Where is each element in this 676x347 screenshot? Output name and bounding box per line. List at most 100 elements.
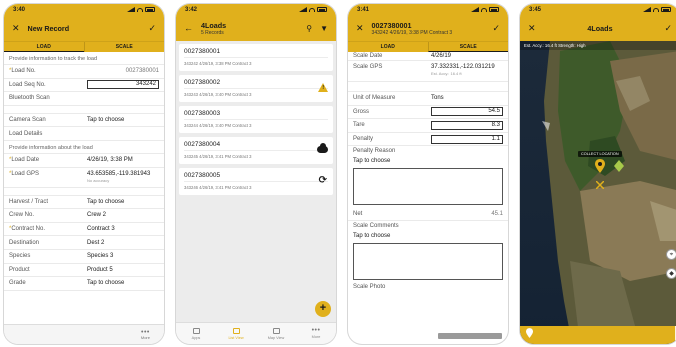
close-icon[interactable]: ✕ — [528, 23, 536, 34]
wifi-icon — [309, 7, 315, 12]
row-load-seq[interactable]: Load Seq No. 343242 — [4, 79, 164, 93]
tab-more[interactable]: ••• More — [296, 323, 336, 344]
layers-button[interactable]: ◆ — [666, 268, 676, 279]
label-product: Product — [9, 266, 30, 273]
row-species[interactable]: Species Species 3 — [4, 250, 164, 264]
list-item[interactable]: 0027380003 343244 4/26/19, 3:40 PM Contr… — [179, 106, 333, 133]
row-uom[interactable]: Unit of Measure Tons — [348, 92, 508, 106]
header: 3:41 ✕ 0027380001 343242 4/26/19, 3:38 P… — [348, 4, 508, 41]
check-icon[interactable]: ✓ — [664, 23, 672, 34]
row-scale-gps[interactable]: Scale GPS 37.332331,-122.031219 Est. Acc… — [348, 61, 508, 82]
record-meta: 343242 4/26/19, 3:38 PM Contract 3 — [184, 61, 252, 66]
screen-new-record: 3:40 ✕ New Record ✓ LOAD SCALE Provide i… — [4, 4, 164, 344]
status-bar: 3:40 — [4, 4, 164, 15]
marker-icon — [614, 160, 624, 172]
pin-button[interactable] — [523, 328, 535, 342]
row-gross[interactable]: Gross 54.5 — [348, 106, 508, 120]
value-harvest[interactable]: Tap to choose — [87, 199, 159, 205]
photo-button[interactable] — [438, 333, 502, 339]
gps-accuracy-banner: Est. Accy.: 16.4 ft Strength: High — [520, 41, 676, 50]
list-item[interactable]: 0027380004 343245 4/26/19, 3:41 PM Contr… — [179, 137, 333, 164]
label-grade: Grade — [9, 280, 26, 287]
close-icon[interactable]: ✕ — [356, 23, 364, 34]
tab-scale[interactable]: SCALE — [427, 42, 508, 52]
tab-load[interactable]: LOAD — [4, 42, 84, 52]
add-record-button[interactable]: + — [315, 301, 331, 317]
value-scale-date: 4/26/19 — [431, 53, 452, 59]
close-icon[interactable]: ✕ — [12, 23, 20, 34]
location-pin-icon[interactable] — [595, 159, 605, 173]
row-load-date[interactable]: *Load Date 4/26/19, 3:38 PM — [4, 154, 164, 168]
list-item[interactable]: 0027380005 343246 4/26/19, 3:41 PM Contr… — [179, 168, 333, 195]
value-load-gps: 43.653585,-119.381943 — [87, 170, 151, 177]
record-number: 0027380001 — [184, 48, 221, 55]
row-camera[interactable]: Camera Scan Tap to choose — [4, 114, 164, 128]
list-item[interactable]: 0027380001 343242 4/26/19, 3:38 PM Contr… — [179, 44, 333, 71]
search-icon[interactable]: ⚲ — [306, 24, 312, 33]
page-title: 4Loads — [201, 20, 227, 30]
back-arrow-icon[interactable]: ← — [184, 23, 193, 33]
tare-input[interactable]: 8.3 — [431, 120, 503, 130]
record-list: 0027380001 343242 4/26/19, 3:38 PM Contr… — [176, 41, 336, 322]
label-scale-gps: Scale GPS — [353, 64, 383, 70]
row-bluetooth[interactable]: Bluetooth Scan — [4, 92, 164, 106]
load-seq-input[interactable]: 343242 — [87, 80, 159, 90]
check-icon[interactable]: ✓ — [148, 23, 156, 34]
signal-icon — [127, 7, 135, 12]
record-count: 5 Records — [201, 29, 224, 36]
tab-list-view[interactable]: List View — [216, 323, 256, 344]
more-icon: ••• — [311, 327, 321, 334]
value-camera[interactable]: Tap to choose — [87, 117, 159, 123]
row-product[interactable]: Product Product 5 — [4, 264, 164, 278]
row-scale-date[interactable]: Scale Date 4/26/19 — [348, 52, 508, 61]
tab-scale[interactable]: SCALE — [83, 42, 165, 52]
screen-map: 3:45 ✕ 4Loads ✓ Est. Accy.: 16.4 ft Stre… — [520, 4, 676, 344]
value-scale-gps: 37.332331,-122.031219 — [431, 64, 495, 70]
battery-icon — [145, 7, 155, 12]
row-crew[interactable]: Crew No. Crew 2 — [4, 209, 164, 223]
row-harvest[interactable]: Harvest / Tract Tap to choose — [4, 196, 164, 210]
collect-location-label: COLLECT LOCATION — [578, 151, 622, 157]
penalty-input[interactable]: 1.1 — [431, 134, 503, 144]
more-button[interactable]: ••• More — [141, 329, 150, 340]
row-penalty[interactable]: Penalty 1.1 — [348, 133, 508, 147]
record-number: 0027380003 — [184, 110, 221, 117]
gps-accuracy: Est. Accy.: 16.4 ft — [431, 71, 462, 76]
penalty-reason-picker[interactable]: Tap to choose — [348, 157, 508, 166]
value-net: 45.1 — [491, 210, 503, 217]
row-tare[interactable]: Tare 8.3 — [348, 119, 508, 133]
locate-button[interactable]: ⌖ — [666, 249, 676, 260]
gross-input[interactable]: 54.5 — [431, 107, 503, 117]
wifi-icon — [481, 7, 487, 12]
tab-map-view[interactable]: Map View — [256, 323, 296, 344]
battery-icon — [489, 7, 499, 12]
check-icon[interactable]: ✓ — [492, 23, 500, 34]
battery-icon — [317, 7, 327, 12]
row-destination[interactable]: Destination Dest 2 — [4, 236, 164, 250]
value-destination: Dest 2 — [87, 239, 105, 246]
satellite-map[interactable] — [520, 41, 676, 344]
filter-icon[interactable]: ▼ — [320, 24, 328, 33]
page-title: 4Loads — [587, 23, 613, 33]
list-item[interactable]: 0027380002 343243 4/26/19, 3:40 PM Contr… — [179, 75, 333, 102]
status-time: 3:41 — [357, 6, 370, 13]
row-load-gps[interactable]: *Load GPS 43.653585,-119.381943 No accur… — [4, 168, 164, 188]
value-grade[interactable]: Tap to choose — [87, 280, 159, 286]
status-bar: 3:45 — [520, 4, 676, 15]
hint-track: Provide information to track the load — [4, 52, 164, 65]
pin-icon — [525, 328, 533, 338]
tab-load[interactable]: LOAD — [348, 42, 428, 52]
label-contract: Contract No. — [11, 226, 46, 233]
bottom-bar: ••• More — [4, 324, 164, 344]
scale-comments-textarea[interactable] — [353, 242, 503, 280]
record-number: 0027380002 — [184, 79, 221, 86]
scale-comments-picker[interactable]: Tap to choose — [348, 232, 508, 241]
row-load-no[interactable]: *Load No. 0027380001 — [4, 65, 164, 79]
header: 3:45 ✕ 4Loads ✓ — [520, 4, 676, 41]
tab-apps[interactable]: Apps — [176, 323, 216, 344]
penalty-reason-textarea[interactable] — [353, 168, 503, 206]
row-contract[interactable]: *Contract No. Contract 3 — [4, 223, 164, 237]
record-meta: 343245 4/26/19, 3:41 PM Contract 3 — [184, 154, 252, 159]
signal-icon — [643, 7, 651, 12]
row-grade[interactable]: Grade Tap to choose — [4, 277, 164, 291]
